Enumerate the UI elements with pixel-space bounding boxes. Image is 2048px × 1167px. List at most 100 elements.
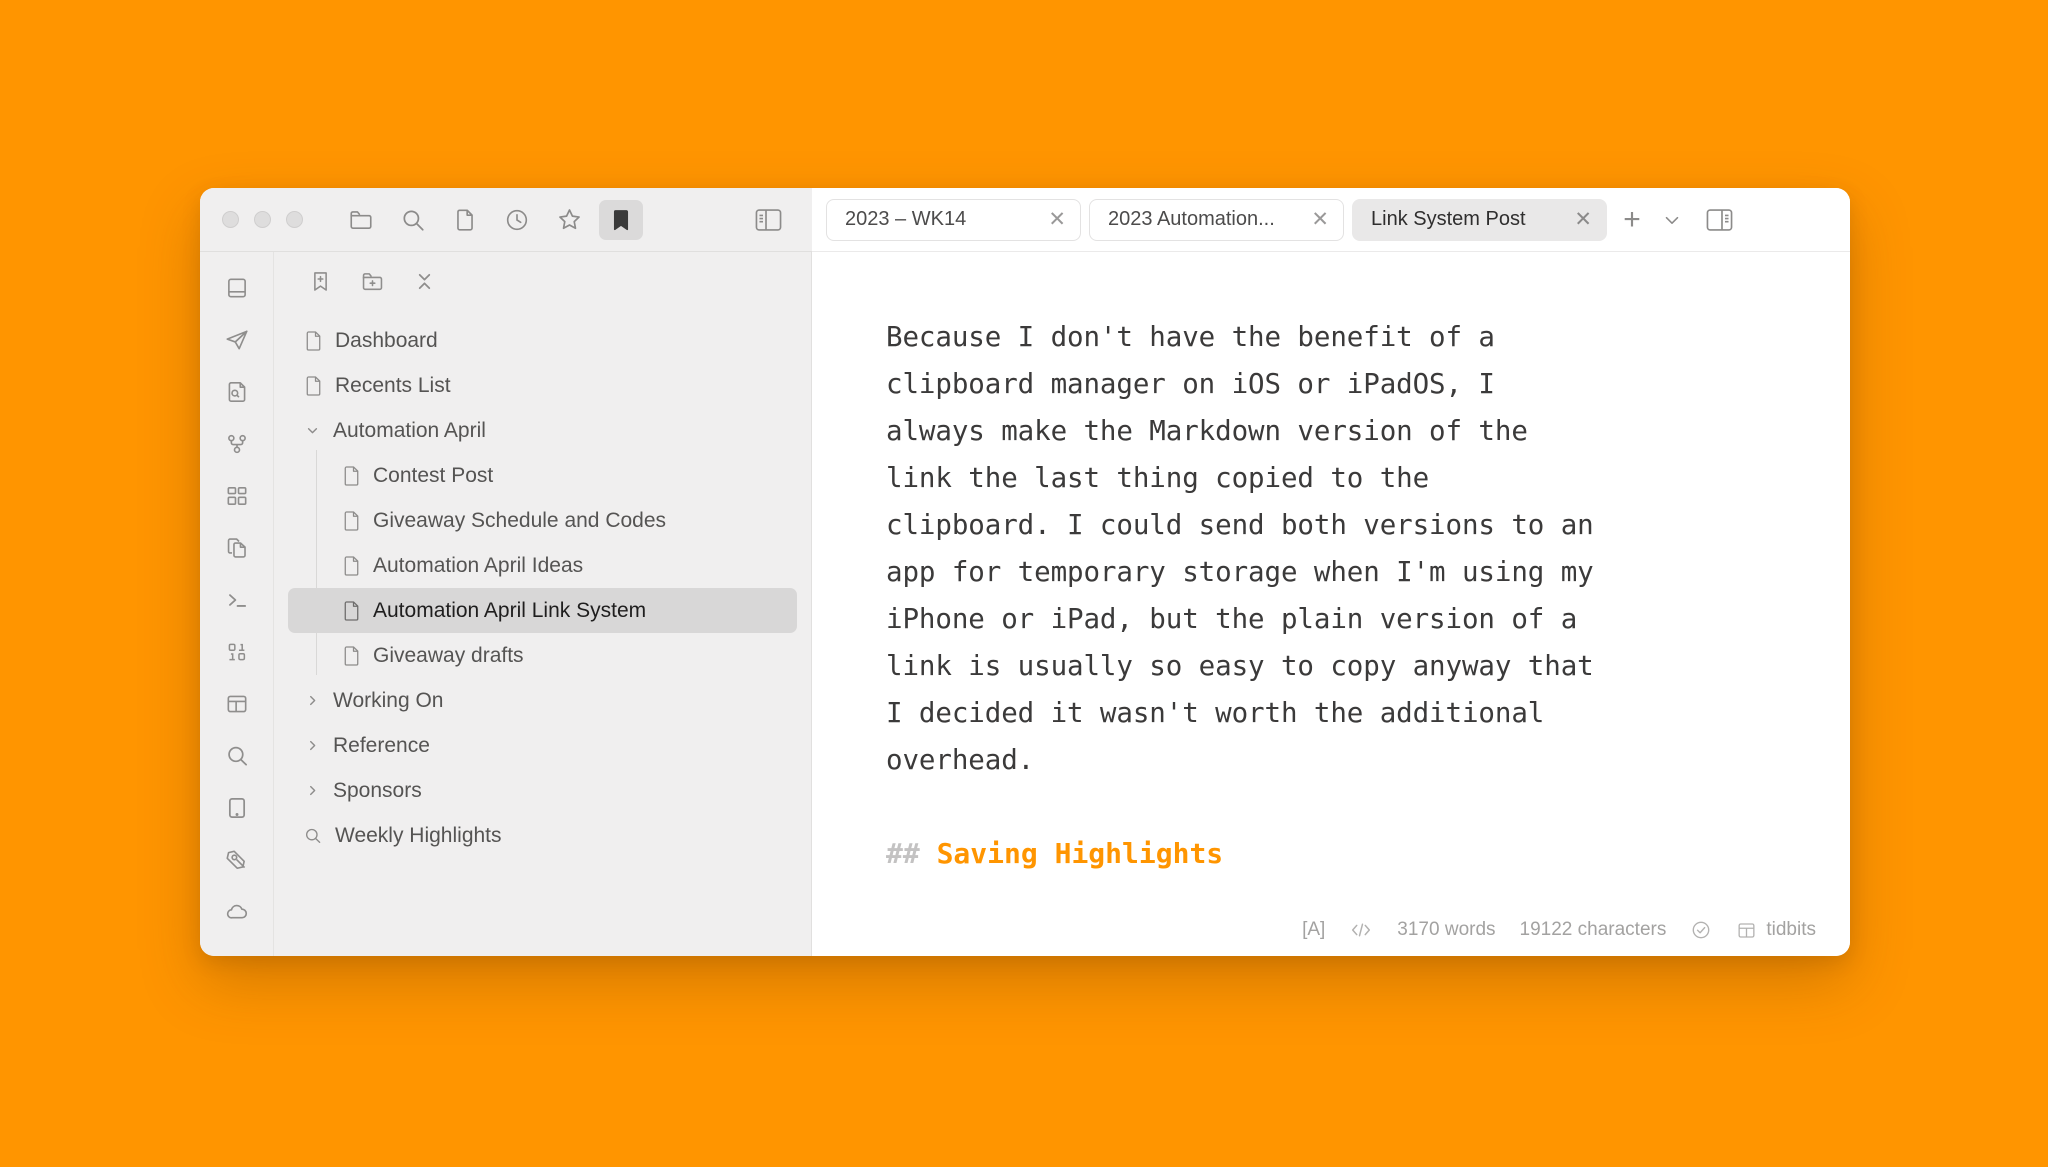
file-icon xyxy=(340,644,362,668)
tree-item-label: Automation April Ideas xyxy=(373,553,584,577)
tab-label: 2023 Automation... xyxy=(1108,208,1275,230)
tab-2023-wk14[interactable]: 2023 – WK14 ✕ xyxy=(826,198,1081,241)
tree-item-giveaway-schedule-and-codes[interactable]: Giveaway Schedule and Codes xyxy=(288,498,797,543)
tree-item-label: Giveaway Schedule and Codes xyxy=(373,508,667,532)
cloud-icon[interactable] xyxy=(215,892,259,932)
tab-label: 2023 – WK14 xyxy=(845,208,967,230)
tree-item-label: Giveaway drafts xyxy=(373,643,524,667)
editor-pane[interactable]: Because I don't have the benefit of a cl… xyxy=(812,252,1850,956)
tablet-icon[interactable] xyxy=(215,788,259,828)
tab-close-icon[interactable]: ✕ xyxy=(1048,209,1066,230)
tree-group-label: Automation April xyxy=(333,418,486,442)
tab-label: Link System Post xyxy=(1371,208,1526,230)
star-icon[interactable] xyxy=(547,200,591,240)
document-tree: Dashboard Recents List Automation April xyxy=(274,310,811,858)
search-icon[interactable] xyxy=(215,736,259,776)
grid-icon[interactable] xyxy=(215,476,259,516)
binary-icon[interactable] xyxy=(215,632,259,672)
chevron-right-icon[interactable] xyxy=(302,737,322,754)
tree-item-recents-list[interactable]: Recents List xyxy=(288,363,797,408)
character-count: 19122 characters xyxy=(1519,919,1667,940)
app-window: 2023 – WK14 ✕ 2023 Automation... ✕ Link … xyxy=(200,188,1850,956)
document-search-icon[interactable] xyxy=(215,372,259,412)
tab-close-icon[interactable]: ✕ xyxy=(1311,209,1329,230)
tree-item-label: Automation April Link System xyxy=(373,598,647,622)
search-icon[interactable] xyxy=(391,200,435,240)
chevron-right-icon[interactable] xyxy=(302,782,322,799)
copy-documents-icon[interactable] xyxy=(215,528,259,568)
tree-group-label: Working On xyxy=(333,688,444,712)
edit-mode-indicator[interactable]: [A] xyxy=(1302,919,1325,941)
status-bar: [A] 3170 words 19122 characters tidbits xyxy=(812,904,1850,956)
code-icon[interactable] xyxy=(1349,920,1373,940)
pen-nib-icon[interactable] xyxy=(215,840,259,880)
document-content[interactable]: Because I don't have the benefit of a cl… xyxy=(812,252,1850,904)
tree-item-weekly-highlights[interactable]: Weekly Highlights xyxy=(288,813,797,858)
sidebar-toolbar xyxy=(274,252,811,310)
right-inspector-toggle-icon[interactable] xyxy=(1699,203,1739,237)
file-icon xyxy=(340,464,362,488)
tree-group-label: Sponsors xyxy=(333,778,422,802)
window-body: Dashboard Recents List Automation April xyxy=(200,252,1850,956)
tab-bar: 2023 – WK14 ✕ 2023 Automation... ✕ Link … xyxy=(812,188,1850,252)
tree-item-label: Recents List xyxy=(335,373,451,397)
tree-item-automation-april-ideas[interactable]: Automation April Ideas xyxy=(288,543,797,588)
tree-group-working-on[interactable]: Working On xyxy=(288,678,797,723)
file-icon xyxy=(340,554,362,578)
layout-panel-icon xyxy=(1736,920,1757,941)
file-icon xyxy=(340,599,362,623)
tab-close-icon[interactable]: ✕ xyxy=(1574,209,1592,230)
tree-group-label: Reference xyxy=(333,733,430,757)
document-icon[interactable] xyxy=(443,200,487,240)
tree-item-label: Dashboard xyxy=(335,328,438,352)
left-sidebar-toggle-icon[interactable] xyxy=(746,200,790,240)
bookmark-icon[interactable] xyxy=(599,199,643,240)
close-button[interactable] xyxy=(222,211,239,228)
tab-link-system-post[interactable]: Link System Post ✕ xyxy=(1352,198,1607,241)
file-icon xyxy=(302,374,324,398)
collapse-all-icon[interactable] xyxy=(404,263,444,299)
book-icon[interactable] xyxy=(215,268,259,308)
tree-item-dashboard[interactable]: Dashboard xyxy=(288,318,797,363)
markdown-heading: ## Saving Highlights xyxy=(886,830,1780,877)
folder-icon[interactable] xyxy=(339,200,383,240)
tree-item-giveaway-drafts[interactable]: Giveaway drafts xyxy=(288,633,797,678)
sidebar: Dashboard Recents List Automation April xyxy=(274,252,812,956)
search-icon xyxy=(302,824,324,848)
chevron-down-icon[interactable] xyxy=(1657,203,1687,237)
titlebar: 2023 – WK14 ✕ 2023 Automation... ✕ Link … xyxy=(200,188,1850,252)
titlebar-left-section xyxy=(200,188,812,252)
layout-icon[interactable] xyxy=(215,684,259,724)
tab-2023-automation[interactable]: 2023 Automation... ✕ xyxy=(1089,198,1344,241)
chevron-down-icon[interactable] xyxy=(302,422,322,439)
check-circle-icon[interactable] xyxy=(1690,919,1712,941)
tree-item-label: Contest Post xyxy=(373,463,494,487)
zoom-button[interactable] xyxy=(286,211,303,228)
traffic-lights[interactable] xyxy=(222,211,303,228)
toolbar-icon-group xyxy=(339,199,643,240)
terminal-icon[interactable] xyxy=(215,580,259,620)
heading-text: Saving Highlights xyxy=(936,837,1224,870)
add-bookmark-icon[interactable] xyxy=(300,263,340,299)
tree-item-contest-post[interactable]: Contest Post xyxy=(288,453,797,498)
file-icon xyxy=(340,509,362,533)
new-tab-button[interactable]: + xyxy=(1615,203,1649,237)
share-nodes-icon[interactable] xyxy=(215,424,259,464)
paragraph-text: Because I don't have the benefit of a cl… xyxy=(886,321,1594,776)
word-count: 3170 words xyxy=(1397,919,1496,940)
tree-item-automation-april-link-system[interactable]: Automation April Link System xyxy=(288,588,797,633)
paper-plane-icon[interactable] xyxy=(215,320,259,360)
tree-group-sponsors[interactable]: Sponsors xyxy=(288,768,797,813)
icon-rail xyxy=(200,252,274,956)
minimize-button[interactable] xyxy=(254,211,271,228)
clock-icon[interactable] xyxy=(495,200,539,240)
tree-group-reference[interactable]: Reference xyxy=(288,723,797,768)
tree-group-automation-april[interactable]: Automation April xyxy=(288,408,797,453)
file-icon xyxy=(302,329,324,353)
heading-marker: ## xyxy=(886,837,937,870)
add-folder-icon[interactable] xyxy=(352,263,392,299)
titlebar-right-controls xyxy=(746,200,812,240)
tree-item-label: Weekly Highlights xyxy=(335,823,502,847)
publish-destination[interactable]: tidbits xyxy=(1736,919,1816,941)
chevron-right-icon[interactable] xyxy=(302,692,322,709)
